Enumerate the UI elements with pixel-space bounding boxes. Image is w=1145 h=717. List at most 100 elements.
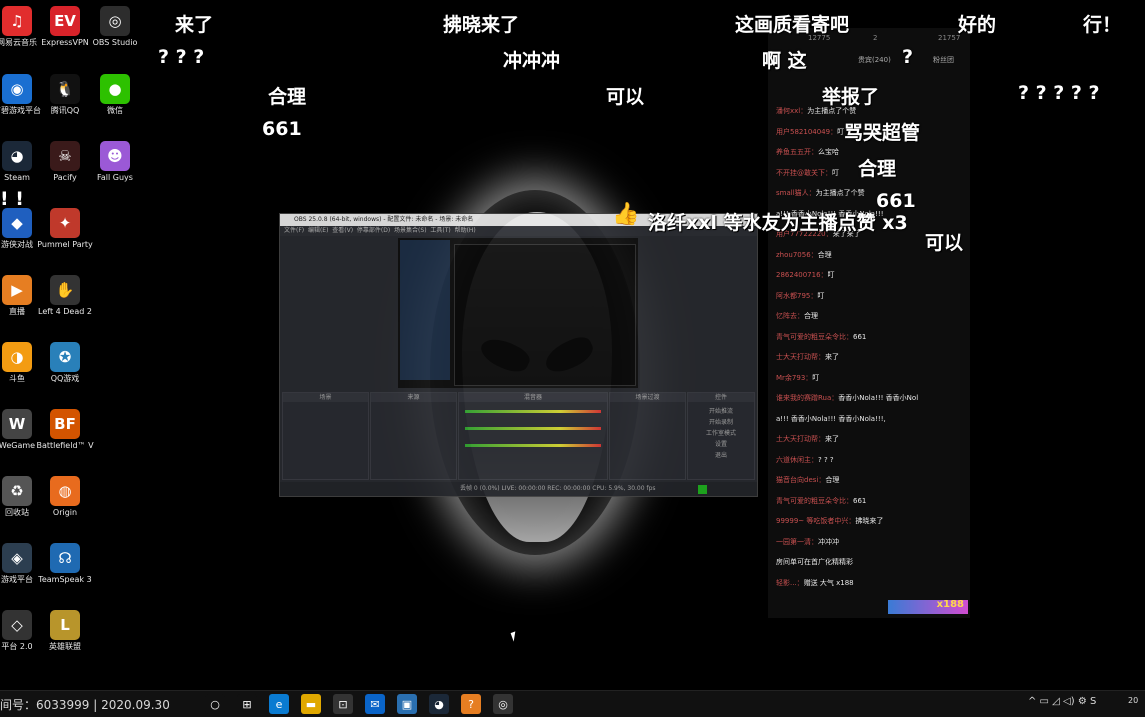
chat-username[interactable]: 六道休闲主： [776, 456, 818, 464]
system-tray[interactable]: ^ ▭ ◿ ◁) ⚙ S [1028, 696, 1096, 707]
chat-message: 99999~ 等吃饭者中兴：拂晓来了 [776, 516, 883, 526]
app-taskbar-icon[interactable]: ? [461, 694, 481, 714]
steam-taskbar-icon[interactable]: ◕ [429, 694, 449, 714]
lol-icon[interactable]: L 英雄联盟 [34, 606, 96, 652]
obs-menu-file[interactable]: 文件(F) [284, 227, 304, 234]
chat-username[interactable]: 谁来我的赛蹭Rua： [776, 394, 838, 402]
danmaku-comment: 可以 [925, 232, 964, 254]
scenes-dock[interactable]: 场景 [282, 392, 369, 480]
obs-preview[interactable] [398, 238, 638, 388]
chat-username[interactable]: 土大天打动帮： [776, 435, 825, 443]
thumbs-up-icon: 👍 [612, 202, 640, 227]
chat-username[interactable]: 忆阵去： [776, 312, 804, 320]
chat-message: 忆阵去：合理 [776, 311, 818, 321]
chat-username[interactable]: zhou7056： [776, 251, 818, 259]
chat-username[interactable]: 轻影...： [776, 579, 804, 587]
pummel-party-glyph-icon: ✦ [50, 208, 80, 238]
danmaku-comment: ? [902, 46, 914, 68]
chat-username[interactable]: 猫音台向desi： [776, 476, 825, 484]
wechat-icon[interactable]: ● 微信 [84, 70, 146, 116]
chat-text: 合理 [817, 250, 832, 259]
exit-button[interactable]: 退出 [688, 450, 754, 461]
fall-guys-glyph-icon: ☻ [100, 141, 130, 171]
taskbar: ○ ⊞ e ▬ ⊡ ✉ ▣ ◕? ◎ [0, 690, 1145, 717]
clock[interactable]: 20 [1128, 696, 1138, 705]
origin-icon[interactable]: ◍ Origin [34, 472, 96, 518]
stream-health-indicator [698, 485, 707, 494]
live-chat-panel: 12775 2 21757 贵宾(240) 粉丝团 潘何xxl：为主播点了个赞用… [768, 28, 970, 618]
photos-icon[interactable]: ▣ [397, 694, 417, 714]
chat-username[interactable]: small猫人： [776, 189, 816, 197]
store-icon[interactable]: ⊡ [333, 694, 353, 714]
desktop-icon-label: QQ游戏 [50, 374, 80, 383]
desktop-icon-label: 英雄联盟 [49, 642, 81, 651]
pummel-party-icon[interactable]: ✦ Pummel Party [34, 204, 96, 250]
app-glyph-icon: ◆ [2, 208, 32, 238]
desktop-icon-label: Fall Guys [97, 173, 133, 182]
tab-fans[interactable]: 粉丝团 [933, 55, 954, 65]
edge-icon[interactable]: e [269, 694, 289, 714]
obs-studio-icon[interactable]: ◎ OBS Studio [84, 2, 146, 48]
mixer-dock[interactable]: 混音器 [458, 392, 608, 480]
start-recording-button[interactable]: 开始录制 [688, 417, 754, 428]
chat-username[interactable]: 用户582104049： [776, 128, 837, 136]
chat-message: 青气可爱的粗豆朵令比：661 [776, 496, 866, 506]
chat-username[interactable]: 潘何xxl： [776, 107, 807, 115]
danmaku-comment: ? ? ? ? ? [1018, 82, 1100, 104]
launcher-glyph-icon: ▶ [2, 275, 32, 305]
chat-username[interactable]: 2862400716： [776, 271, 828, 279]
pacify-glyph-icon: ☠ [50, 141, 80, 171]
obs-menu-docks[interactable]: 停靠部件(D) [357, 227, 390, 234]
chat-username[interactable]: 青气可爱的粗豆朵令比： [776, 333, 853, 341]
start-streaming-button[interactable]: 开始推流 [688, 406, 754, 417]
left4dead-icon[interactable]: ✋ Left 4 Dead 2 [34, 271, 96, 317]
chat-username[interactable]: 不开挂@敢关下： [776, 169, 832, 177]
chat-message: zhou7056：合理 [776, 250, 832, 260]
chat-text: 叮 [827, 271, 835, 279]
battlefield-icon[interactable]: BF Battlefield™ V [34, 405, 96, 451]
search-icon[interactable]: ○ [205, 694, 225, 714]
studio-mode-button[interactable]: 工作室模式 [688, 428, 754, 439]
obs-menu-edit[interactable]: 编辑(E) [308, 227, 328, 234]
teamspeak-glyph-icon: ☊ [50, 543, 80, 573]
chat-username[interactable]: 一园第一清： [776, 538, 818, 546]
danmaku-comment: ! ! [0, 188, 24, 210]
chat-count-c: 21757 [938, 34, 961, 42]
qq-games-icon[interactable]: ✪ QQ游戏 [34, 338, 96, 384]
task-view-icon[interactable]: ⊞ [237, 694, 257, 714]
transitions-dock[interactable]: 场景过渡 [609, 392, 686, 480]
chat-username[interactable]: Mr余793： [776, 374, 812, 382]
sources-dock[interactable]: 来源 [370, 392, 457, 480]
chat-username[interactable]: 养鱼五五开： [776, 148, 818, 156]
obs-menu-scenes[interactable]: 场景集合(S) [394, 227, 427, 234]
game-glyph-icon: ◈ [2, 543, 32, 573]
danmaku-comment: ? ? ? [158, 46, 205, 68]
chat-message: 阿水都795：叮 [776, 291, 824, 301]
tab-vip[interactable]: 贵宾(240) [858, 55, 891, 65]
chat-username[interactable]: 99999~ 等吃饭者中兴： [776, 517, 855, 525]
teamspeak-icon[interactable]: ☊ TeamSpeak 3 [34, 539, 96, 585]
obs-studio-glyph-icon: ◎ [100, 6, 130, 36]
chat-username[interactable]: 士大天打动帮： [776, 353, 825, 361]
expressvpn-glyph-icon: EV [50, 6, 80, 36]
chat-username[interactable]: 阿水都795： [776, 292, 817, 300]
chat-message: 轻影...：赠送 大气 x188 [776, 578, 854, 588]
file-explorer-icon[interactable]: ▬ [301, 694, 321, 714]
mail-icon[interactable]: ✉ [365, 694, 385, 714]
chat-message: 青气可爱的粗豆朵令比：661 [776, 332, 866, 342]
obs-taskbar-icon[interactable]: ◎ [493, 694, 513, 714]
settings-button[interactable]: 设置 [688, 439, 754, 450]
obs-menu-help[interactable]: 帮助(H) [455, 227, 476, 234]
obs-window[interactable]: OBS 25.0.8 (64-bit, windows) - 配置文件: 未命名… [279, 213, 758, 497]
fall-guys-icon[interactable]: ☻ Fall Guys [84, 137, 146, 183]
controls-dock[interactable]: 控件 开始推流 开始录制 工作室模式 设置 退出 [687, 392, 755, 480]
obs-menu-tools[interactable]: 工具(T) [430, 227, 450, 234]
audio-meter [465, 444, 601, 447]
preview-icon-strip [400, 240, 450, 380]
wegame-glyph-icon: W [2, 409, 32, 439]
qq-glyph-icon: 🐧 [50, 74, 80, 104]
chat-text: 661 [853, 496, 867, 505]
obs-menu-view[interactable]: 查看(V) [332, 227, 353, 234]
lol-glyph-icon: L [50, 610, 80, 640]
chat-username[interactable]: 青气可爱的粗豆朵令比： [776, 497, 853, 505]
